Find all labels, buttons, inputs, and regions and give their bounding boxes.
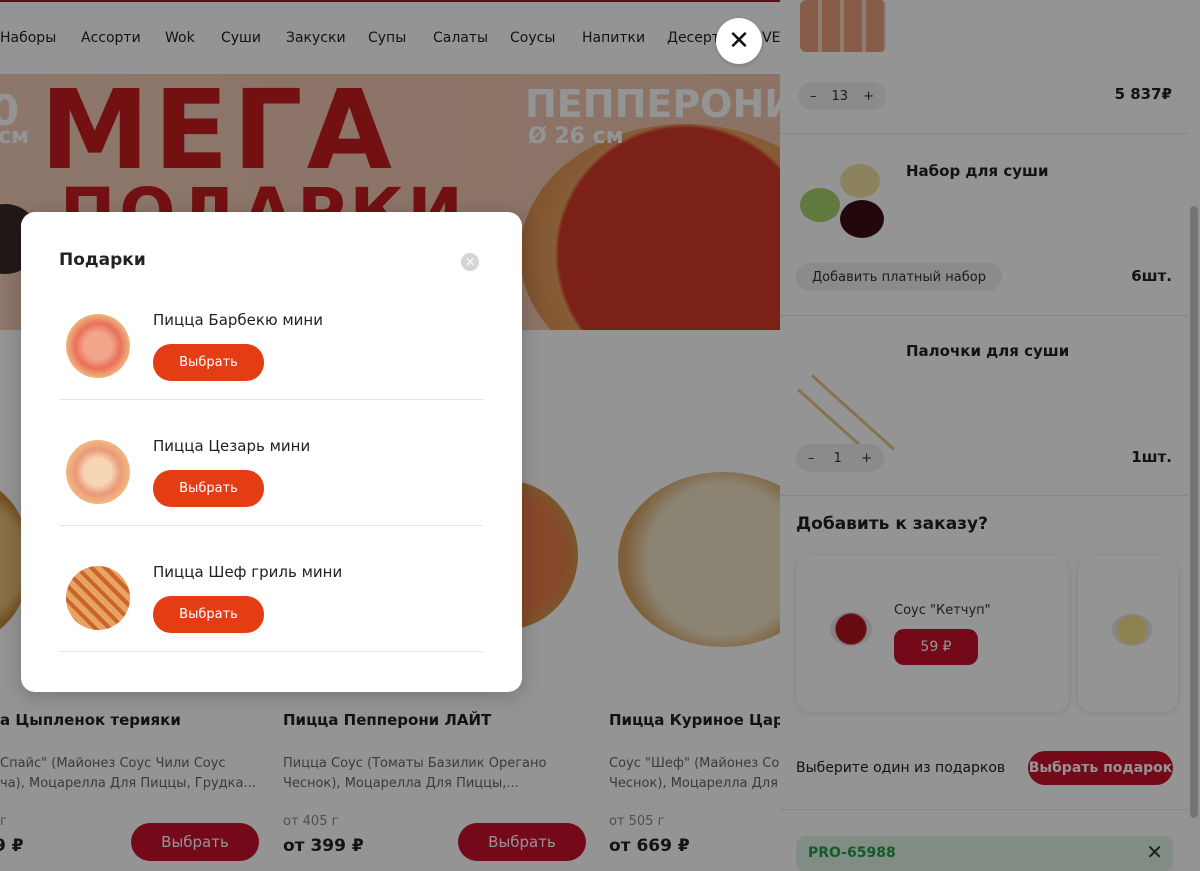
upsell-card[interactable]: [1078, 556, 1178, 712]
roll-set-image: [800, 0, 886, 52]
item-count: 1шт.: [1131, 448, 1172, 466]
chopsticks-image: [796, 348, 895, 465]
close-icon[interactable]: ✕: [716, 18, 762, 64]
chef-grill-pizza-image: [66, 566, 130, 630]
caesar-pizza-image: [66, 440, 130, 504]
cart-item: – 13 + 5 837₽: [780, 0, 1188, 134]
quantity-value: 1: [833, 450, 842, 466]
gifts-modal: Подарки ✕ Пицца Барбекю мини Выбрать Пиц…: [21, 212, 522, 692]
item-count: 6шт.: [1131, 267, 1172, 285]
item-price: 5 837₽: [1114, 85, 1172, 103]
upsell-card[interactable]: Соус "Кетчуп" 59 ₽: [796, 556, 1069, 712]
gift-name: Пицца Цезарь мини: [153, 437, 311, 455]
gift-name: Пицца Барбекю мини: [153, 311, 323, 329]
ketchup-image: [830, 612, 872, 646]
close-icon[interactable]: ✕: [1146, 840, 1163, 864]
promo-code-chip: PRO-65988 ✕: [796, 836, 1173, 871]
cart-item: Набор для суши Добавить платный набор 6ш…: [780, 134, 1188, 316]
choose-gift-button[interactable]: Выбрать подарок: [1028, 751, 1173, 785]
bbq-pizza-image: [66, 314, 130, 378]
cart-item: Палочки для суши – 1 + 1шт.: [780, 316, 1188, 496]
scrollbar[interactable]: [1190, 206, 1198, 818]
gift-option: Пицца Шеф гриль мини Выбрать: [60, 526, 483, 652]
modal-title: Подарки: [59, 250, 146, 270]
close-icon[interactable]: ✕: [461, 253, 479, 271]
choose-gift-button[interactable]: Выбрать: [153, 344, 264, 381]
choose-gift-button[interactable]: Выбрать: [153, 596, 264, 633]
cart-panel: – 13 + 5 837₽ Набор для суши Добавить пл…: [780, 0, 1200, 871]
promo-code-text: PRO-65988: [808, 845, 896, 861]
upsell-price-button[interactable]: 59 ₽: [894, 629, 978, 665]
gift-option: Пицца Барбекю мини Выбрать: [60, 274, 483, 400]
minus-icon[interactable]: –: [808, 451, 815, 466]
add-paid-kit-button[interactable]: Добавить платный набор: [796, 263, 1002, 291]
quantity-stepper[interactable]: – 1 +: [796, 444, 884, 472]
sushi-kit-image: [800, 164, 888, 244]
quantity-stepper[interactable]: – 13 +: [798, 82, 886, 110]
gift-name: Пицца Шеф гриль мини: [153, 563, 343, 581]
choose-gift-button[interactable]: Выбрать: [153, 470, 264, 507]
gift-option: Пицца Цезарь мини Выбрать: [60, 400, 483, 526]
upsell-title: Добавить к заказу?: [796, 514, 988, 534]
item-title: Палочки для суши: [906, 342, 1070, 360]
item-title: Набор для суши: [906, 162, 1049, 180]
gift-prompt: Выберите один из подарков: [796, 760, 1006, 776]
quantity-value: 13: [831, 88, 849, 104]
plus-icon[interactable]: +: [863, 89, 874, 104]
minus-icon[interactable]: –: [810, 89, 817, 104]
plus-icon[interactable]: +: [861, 451, 872, 466]
upsell-name: Соус "Кетчуп": [894, 603, 991, 618]
ginger-image: [1112, 614, 1152, 646]
